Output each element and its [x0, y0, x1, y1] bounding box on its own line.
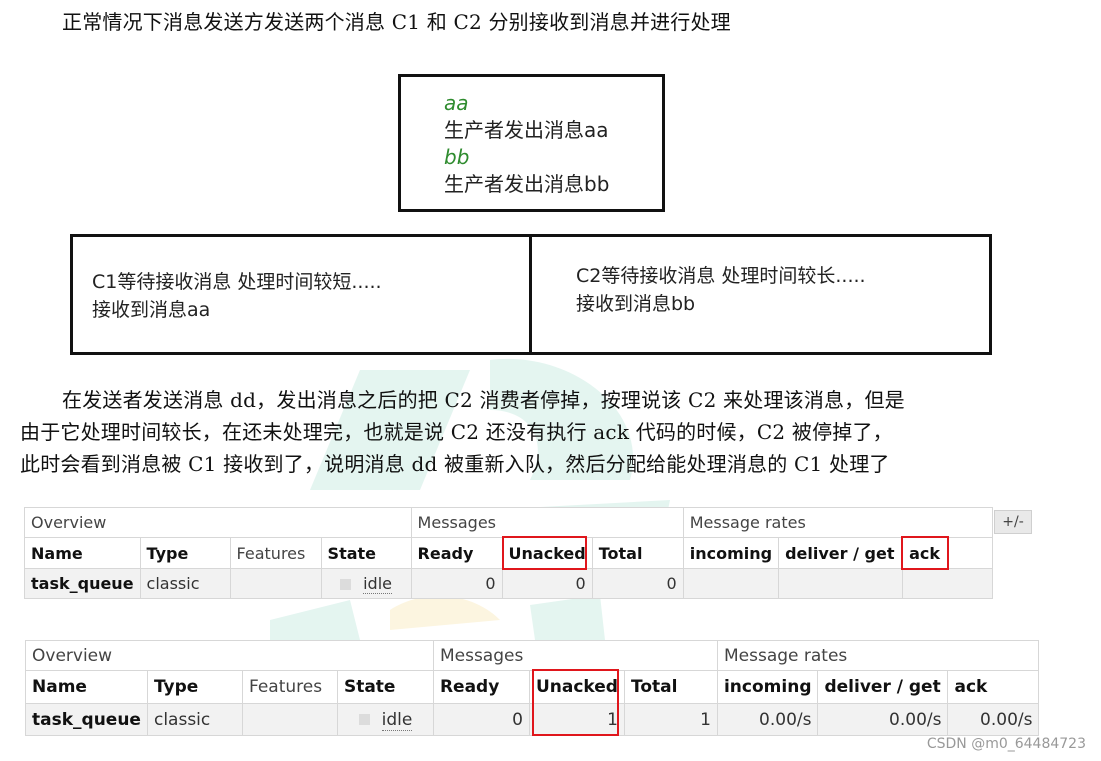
state-label: idle — [363, 574, 392, 594]
total-count: 1 — [623, 703, 718, 736]
group-message-rates: Message rates — [716, 640, 1040, 671]
incoming-rate: 0.00/s — [716, 703, 819, 736]
console-output-aa: 生产者发出消息aa — [444, 118, 609, 142]
col-deliver-get[interactable]: deliver / get — [817, 670, 949, 704]
queue-table-after: Overview Messages Message rates Name Typ… — [25, 640, 1040, 736]
unacked-count: 1 — [528, 703, 625, 736]
col-unacked[interactable]: Unacked — [501, 537, 593, 569]
col-incoming[interactable]: incoming — [716, 670, 819, 704]
console-input-bb: bb — [444, 145, 470, 169]
ack-rate — [902, 568, 994, 599]
c2-line-2: 接收到消息bb — [576, 293, 696, 315]
col-features[interactable]: Features — [229, 537, 322, 569]
deliver-get-rate: 0.00/s — [817, 703, 949, 736]
group-overview: Overview — [24, 507, 412, 538]
table-row[interactable]: task_queue classic idle 0 0 0 — [24, 568, 994, 599]
col-state[interactable]: State — [320, 537, 412, 569]
group-messages: Messages — [410, 507, 684, 538]
explanation-line-3: 此时会看到消息被 C1 接收到了，说明消息 dd 被重新入队，然后分配给能处理消… — [20, 452, 890, 476]
explanation-line-2: 由于它处理时间较长，在还未处理完，也就是说 C2 还没有执行 ack 代码的时候… — [20, 420, 893, 444]
queue-name[interactable]: task_queue — [24, 568, 141, 599]
queue-name[interactable]: task_queue — [25, 703, 148, 736]
col-features[interactable]: Features — [241, 670, 338, 704]
c1-line-1: C1等待接收消息 处理时间较短..... — [92, 271, 382, 293]
producer-console: aa 生产者发出消息aa bb 生产者发出消息bb — [398, 74, 665, 212]
csdn-watermark: CSDN @m0_64484723 — [926, 736, 1086, 752]
queue-table-before: Overview Messages Message rates Name Typ… — [24, 507, 994, 599]
total-count: 0 — [591, 568, 684, 599]
state-indicator-icon — [340, 579, 352, 590]
col-ack[interactable]: ack — [947, 670, 1040, 704]
col-type[interactable]: Type — [146, 670, 243, 704]
unacked-count: 0 — [501, 568, 593, 599]
incoming-rate — [682, 568, 780, 599]
queue-type: classic — [139, 568, 231, 599]
col-unacked[interactable]: Unacked — [528, 670, 625, 704]
ready-count: 0 — [410, 568, 503, 599]
col-total[interactable]: Total — [623, 670, 718, 704]
c1-line-2: 接收到消息aa — [92, 299, 211, 321]
ack-rate: 0.00/s — [947, 703, 1040, 736]
console-divider — [529, 234, 532, 355]
col-incoming[interactable]: incoming — [682, 537, 780, 569]
group-message-rates: Message rates — [682, 507, 994, 538]
consumer-consoles: C1等待接收消息 处理时间较短..... 接收到消息aa C2等待接收消息 处理… — [70, 234, 992, 355]
queue-state: idle — [320, 568, 412, 599]
table-row[interactable]: task_queue classic idle 0 1 1 0.00/s 0.0… — [25, 703, 1040, 736]
c1-console: C1等待接收消息 处理时间较短..... 接收到消息aa — [92, 268, 382, 324]
col-type[interactable]: Type — [139, 537, 231, 569]
col-name[interactable]: Name — [25, 670, 148, 704]
col-total[interactable]: Total — [591, 537, 684, 569]
ready-count: 0 — [432, 703, 530, 736]
group-messages: Messages — [432, 640, 718, 671]
c2-line-1: C2等待接收消息 处理时间较长..... — [576, 265, 866, 287]
queue-type: classic — [146, 703, 243, 736]
state-indicator-icon — [358, 714, 370, 725]
console-input-aa: aa — [444, 91, 469, 115]
intro-text: 正常情况下消息发送方发送两个消息 C1 和 C2 分别接收到消息并进行处理 — [62, 10, 731, 34]
queue-features — [241, 703, 338, 736]
c2-console: C2等待接收消息 处理时间较长..... 接收到消息bb — [576, 262, 866, 318]
col-deliver-get[interactable]: deliver / get — [778, 537, 904, 569]
explanation-line-1: 在发送者发送消息 dd，发出消息之后的把 C2 消费者停掉，按理说该 C2 来处… — [62, 388, 905, 412]
column-toggle-button[interactable]: +/- — [994, 510, 1032, 534]
state-label: idle — [381, 709, 413, 731]
col-ready[interactable]: Ready — [432, 670, 530, 704]
col-ack[interactable]: ack — [902, 537, 994, 569]
group-overview: Overview — [25, 640, 434, 671]
explanation-text: 在发送者发送消息 dd，发出消息之后的把 C2 消费者停掉，按理说该 C2 来处… — [20, 384, 905, 480]
queue-features — [229, 568, 322, 599]
col-ready[interactable]: Ready — [410, 537, 503, 569]
queue-state: idle — [336, 703, 434, 736]
col-state[interactable]: State — [336, 670, 434, 704]
col-name[interactable]: Name — [24, 537, 141, 569]
console-output-bb: 生产者发出消息bb — [444, 172, 610, 196]
deliver-get-rate — [778, 568, 904, 599]
